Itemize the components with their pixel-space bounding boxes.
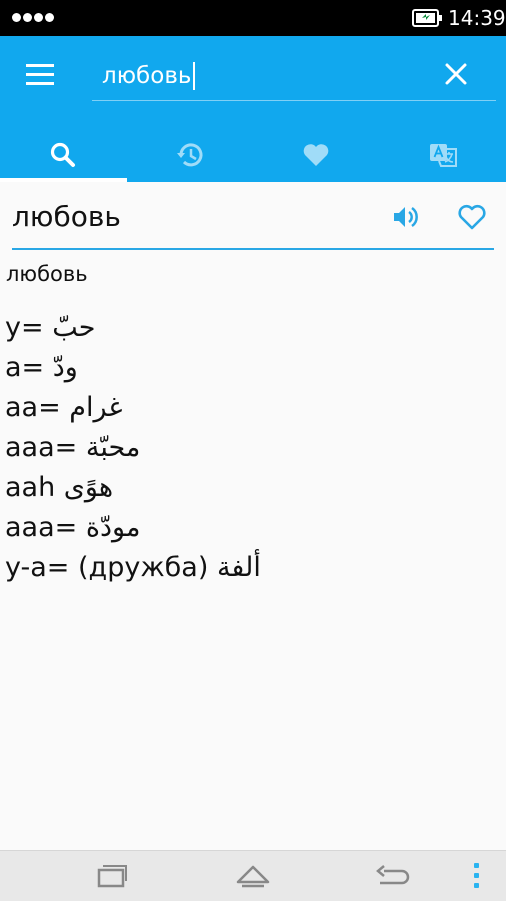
search-icon [48,140,78,170]
entry-line: aaa= محبّة [5,428,261,468]
entry-line: aaa= مودّة [5,508,261,548]
back-icon[interactable] [374,861,410,891]
entry-line: aah هوًى [5,468,261,508]
status-bar: 14:39 [0,0,506,36]
search-input[interactable] [92,56,422,96]
entry-headword: любовь [6,262,88,286]
search-underline [92,100,496,101]
battery-charging-icon [412,9,439,27]
home-icon[interactable] [235,861,271,891]
entry-line: aa= غرام [5,388,261,428]
recents-icon[interactable] [94,861,130,891]
tab-bar [0,128,506,182]
tab-favorites[interactable] [253,128,380,182]
text-caret [193,62,195,90]
word-title: любовь [12,200,121,233]
tab-search[interactable] [0,128,127,182]
menu-icon[interactable] [26,64,54,86]
speaker-icon[interactable] [390,202,420,232]
entry-line: y-a= (дружба) ألفة [5,548,261,588]
heart-outline-icon[interactable] [456,202,488,232]
clear-icon[interactable] [444,62,468,86]
entry-line: a= ودّ [5,348,261,388]
status-clock: 14:39 [448,6,506,30]
heart-icon [301,140,331,170]
entry-line: y= حبّ [5,308,261,348]
word-header: любовь [0,182,506,252]
history-icon [175,140,205,170]
signal-dots-icon [12,13,54,22]
tab-translate[interactable] [380,128,506,182]
app-bar [0,36,506,182]
header-divider [12,248,494,250]
overflow-menu-icon[interactable] [474,863,480,891]
entry-list: y= حبّ a= ودّ aa= غرام aaa= محبّة aah هو… [5,308,261,588]
translate-icon [428,140,458,170]
system-nav-bar [0,850,506,901]
tab-history[interactable] [127,128,254,182]
